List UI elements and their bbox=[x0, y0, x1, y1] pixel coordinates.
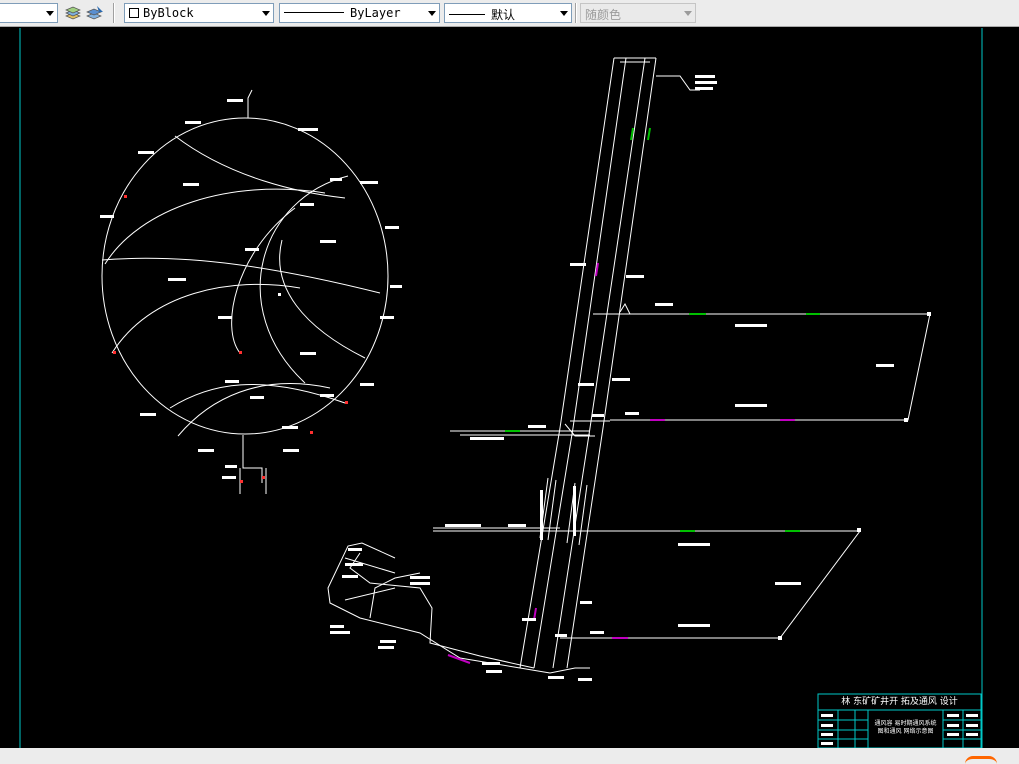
chevron-down-icon[interactable] bbox=[43, 4, 57, 22]
color-swatch-icon bbox=[129, 8, 139, 18]
plotstyle-value: 随颜色 bbox=[585, 8, 622, 22]
mine-layout-labels bbox=[330, 75, 931, 681]
network-node-markers bbox=[113, 195, 348, 483]
title-block-title: 林 东矿矿井开 拓及通风 设计 bbox=[841, 697, 958, 707]
mine-ventilation-drawing bbox=[19, 28, 983, 748]
layer-dropdown[interactable] bbox=[0, 3, 58, 23]
chevron-down-icon[interactable] bbox=[557, 4, 571, 22]
linetype-dropdown[interactable]: ByLayer bbox=[279, 3, 440, 23]
chevron-down-icon[interactable] bbox=[425, 4, 439, 22]
plotstyle-dropdown: 随颜色 bbox=[580, 3, 696, 23]
status-bar bbox=[0, 748, 1019, 764]
network-labels bbox=[100, 99, 402, 479]
linetype-preview-icon bbox=[284, 12, 344, 13]
drawing-canvas[interactable]: 林 东矿矿井开 拓及通风 设计 通风容 易时期通风系统 图和通风 网络示意图 bbox=[0, 28, 1019, 748]
color-value: ByBlock bbox=[143, 6, 194, 20]
ventilation-network-diagram bbox=[101, 89, 389, 494]
color-dropdown[interactable]: ByBlock bbox=[124, 3, 274, 23]
toolbar-separator bbox=[113, 3, 115, 23]
toolbar-separator bbox=[575, 3, 577, 23]
chevron-down-icon bbox=[681, 4, 695, 22]
lineweight-value: 默认 bbox=[491, 8, 516, 22]
title-block-subtitle-line1: 通风容 易时期通风系统 bbox=[874, 720, 937, 727]
mine-roadway-layout bbox=[327, 57, 931, 674]
corner-indicator-icon bbox=[965, 756, 997, 764]
chevron-down-icon[interactable] bbox=[259, 4, 273, 22]
layer-previous-icon[interactable] bbox=[63, 4, 83, 22]
title-block-subtitle: 通风容 易时期通风系统 图和通风 网络示意图 bbox=[868, 720, 943, 736]
layer-manager-icon[interactable] bbox=[85, 4, 105, 22]
linetype-value: ByLayer bbox=[350, 6, 401, 20]
title-block-subtitle-line2: 图和通风 网络示意图 bbox=[877, 728, 934, 735]
properties-toolbar: ByBlock ByLayer 默认 随颜色 bbox=[0, 0, 1019, 27]
lineweight-dropdown[interactable]: 默认 bbox=[444, 3, 572, 23]
lineweight-preview-icon bbox=[449, 14, 485, 15]
